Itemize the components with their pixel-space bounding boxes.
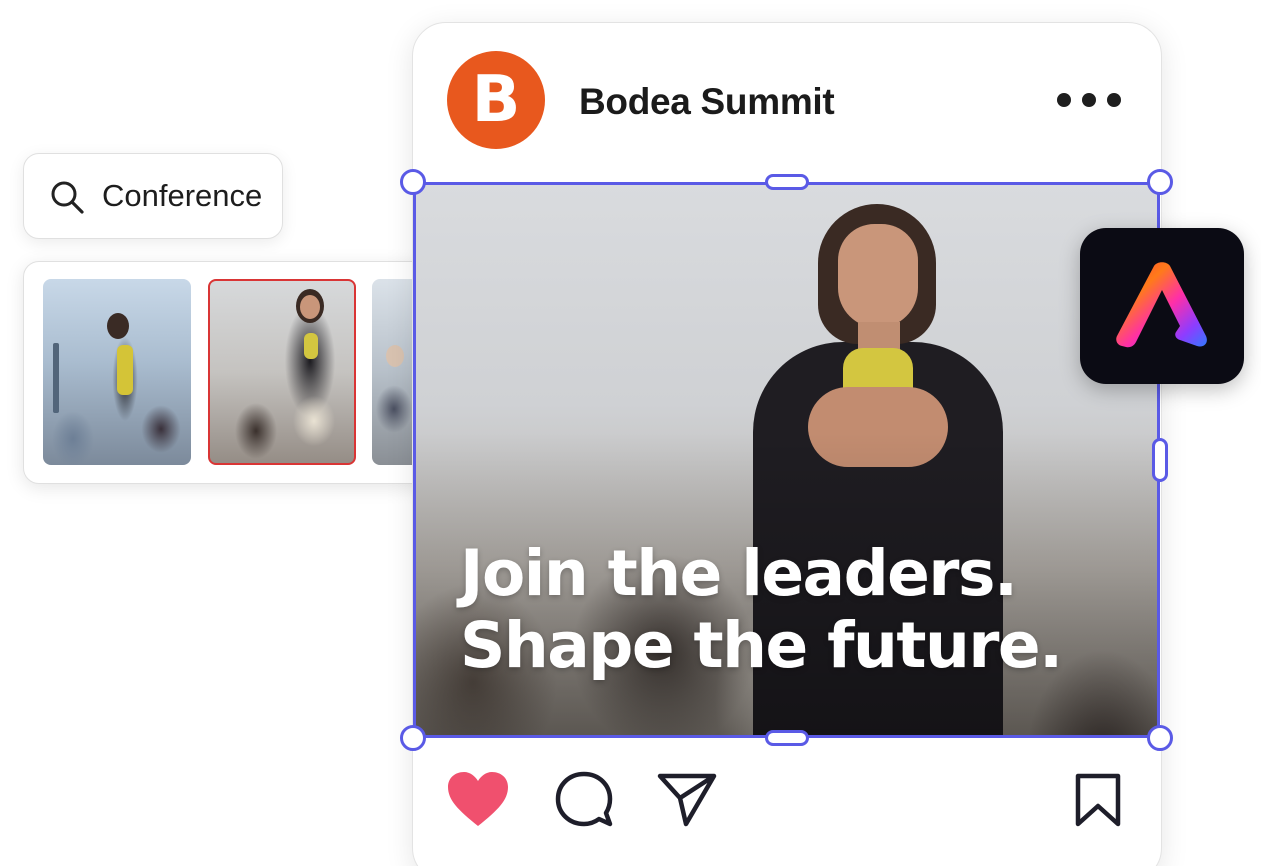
comment-icon[interactable] (554, 770, 614, 830)
resize-handle-bottom-right[interactable] (1147, 725, 1173, 751)
post-headline[interactable]: Join the leaders. Shape the future. (460, 538, 1140, 682)
search-bar[interactable] (23, 153, 283, 239)
resize-handle-top-right[interactable] (1147, 169, 1173, 195)
resize-handle-bottom-left[interactable] (400, 725, 426, 751)
heart-icon[interactable] (446, 770, 510, 828)
resize-handle-bottom[interactable] (765, 730, 809, 746)
avatar[interactable]: B (447, 51, 545, 149)
resize-handle-right[interactable] (1152, 438, 1168, 482)
headline-line-2: Shape the future. (460, 609, 1063, 682)
post-image[interactable]: Join the leaders. Shape the future. (413, 182, 1160, 738)
resize-handle-top[interactable] (765, 174, 809, 190)
thumbnail-conference-photo-2[interactable] (208, 279, 356, 465)
bookmark-icon[interactable] (1072, 772, 1124, 828)
post-action-bar (412, 760, 1162, 840)
share-icon[interactable] (656, 770, 718, 828)
resize-handle-top-left[interactable] (400, 169, 426, 195)
search-input[interactable] (102, 178, 272, 214)
account-name[interactable]: Bodea Summit (579, 81, 835, 123)
more-icon[interactable] (1057, 89, 1121, 111)
thumbnail-conference-photo-1[interactable] (43, 279, 191, 465)
search-icon (51, 181, 84, 214)
adobe-express-icon[interactable] (1080, 228, 1244, 384)
post-header: B Bodea Summit (413, 23, 1161, 181)
headline-line-1: Join the leaders. (460, 537, 1018, 610)
